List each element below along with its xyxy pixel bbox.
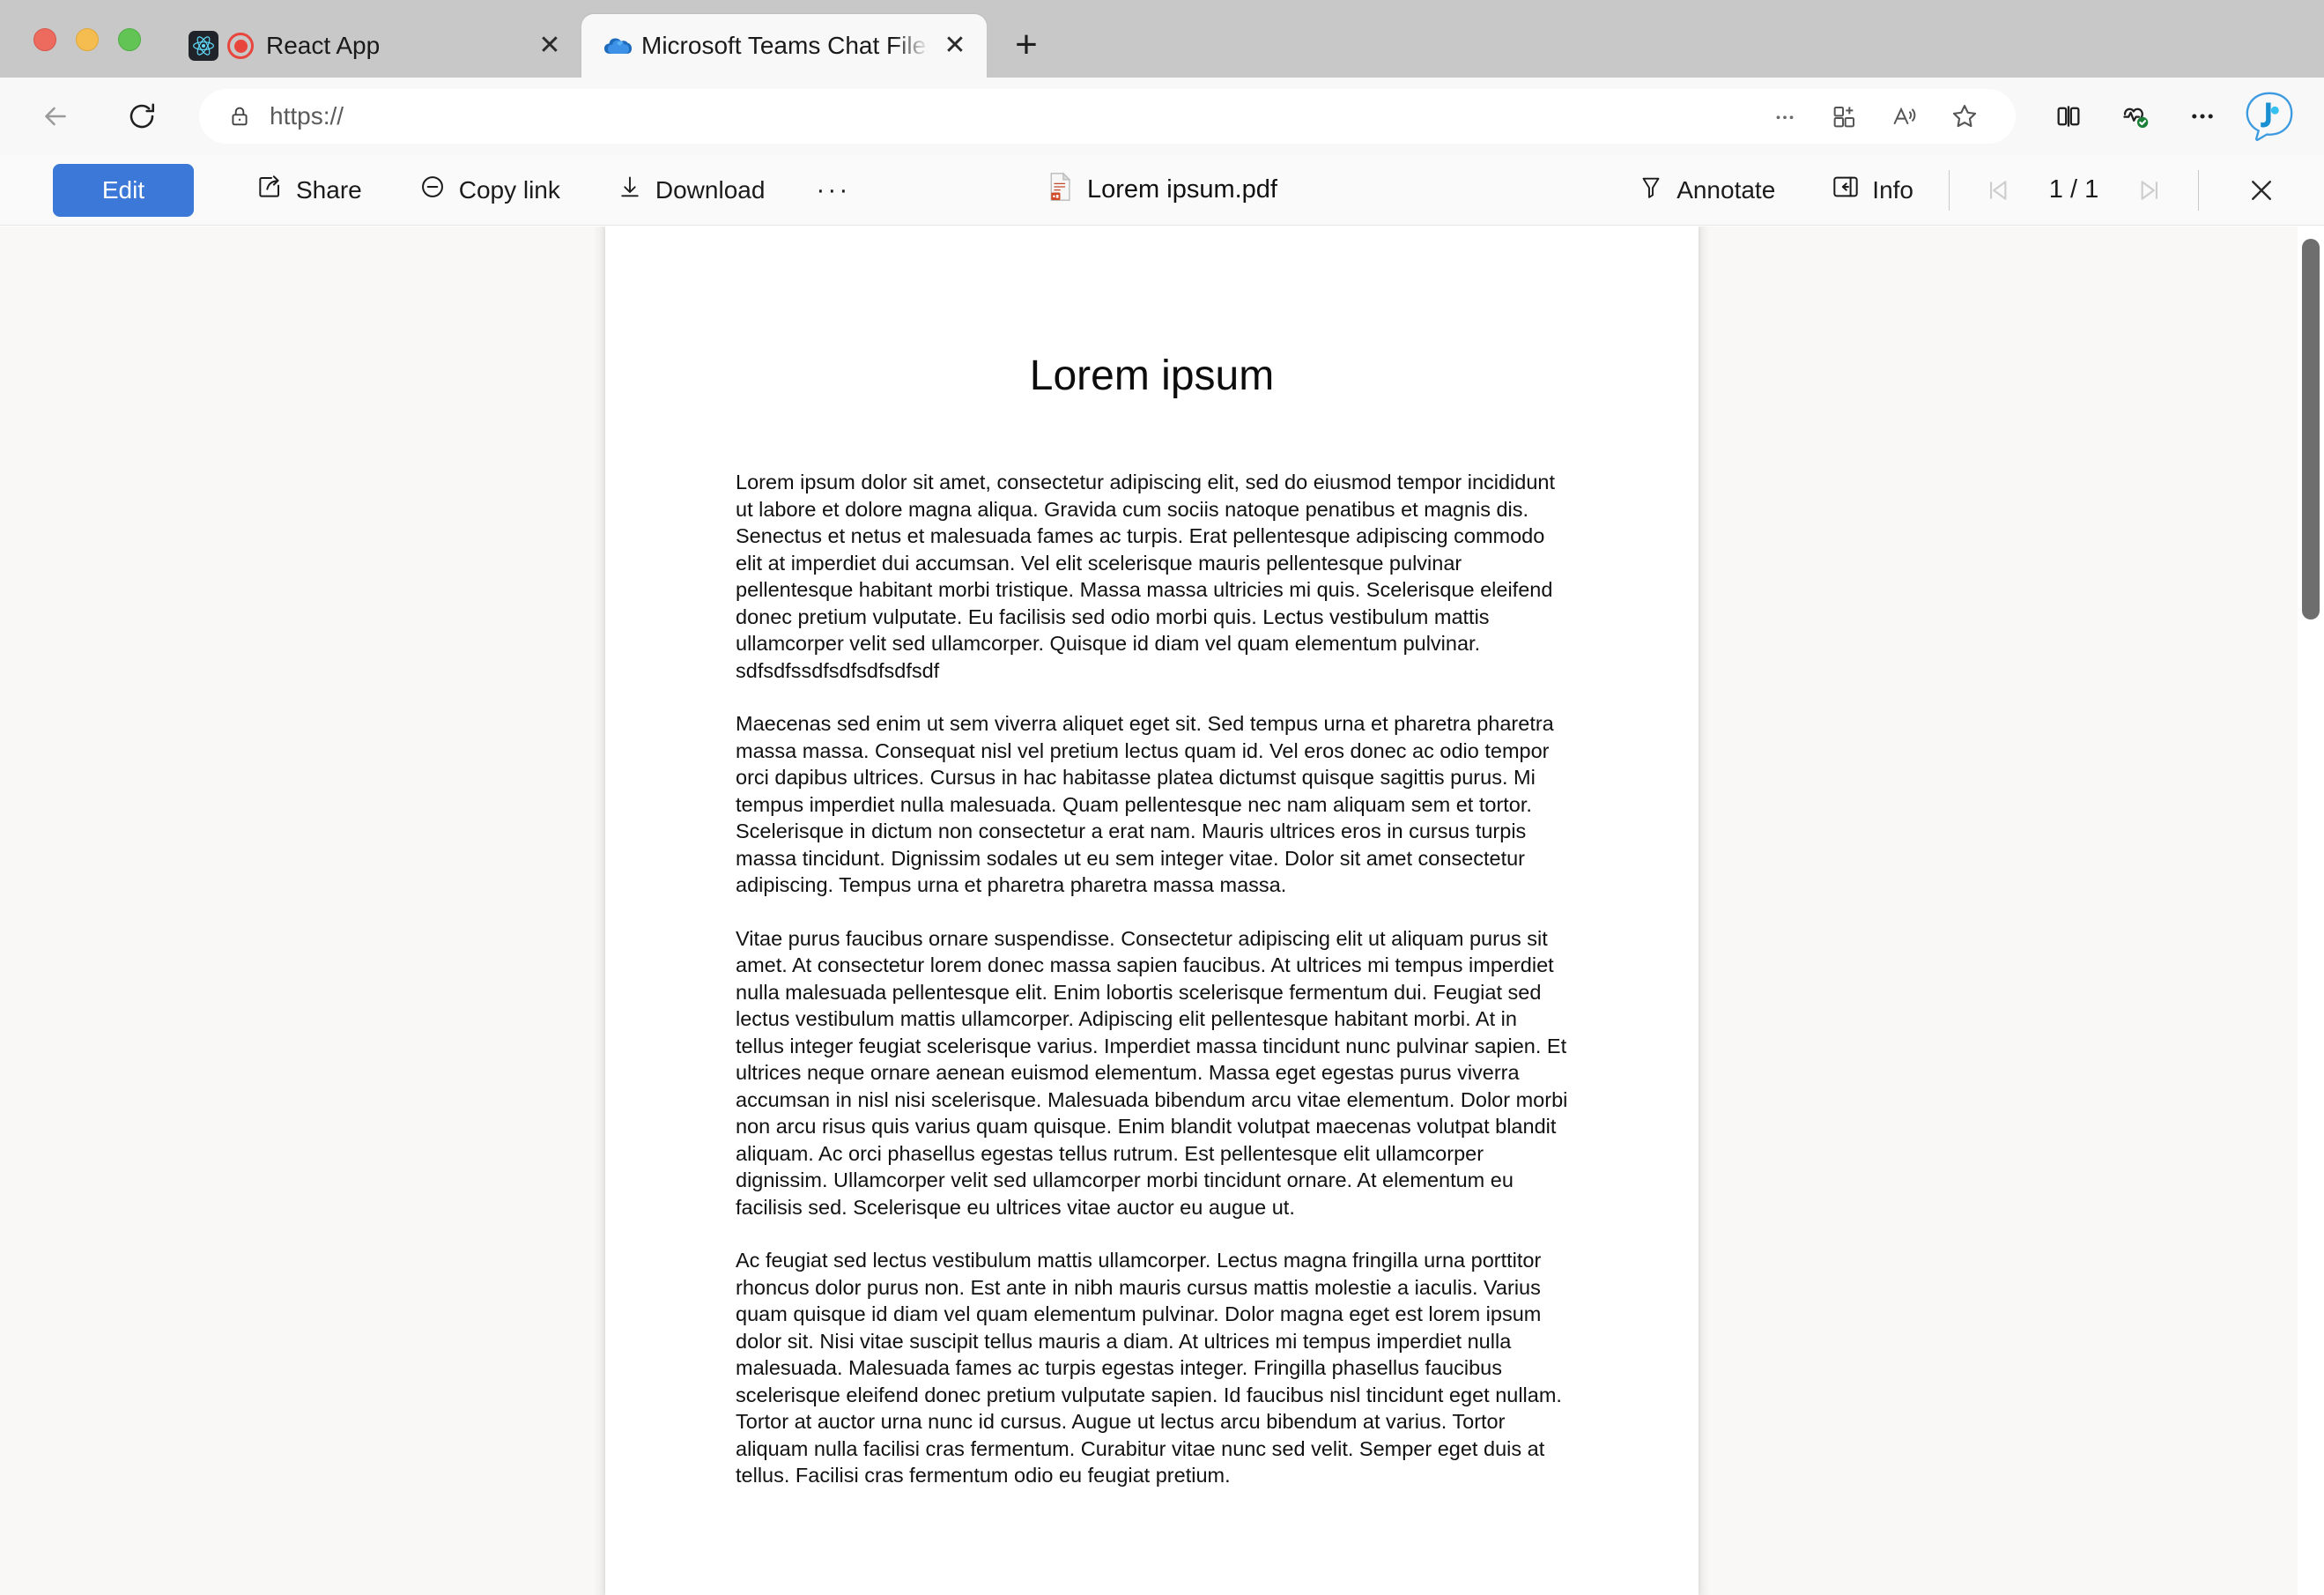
share-label: Share	[296, 175, 362, 204]
document-paragraph: Vitae purus faucibus ornare suspendisse.…	[736, 926, 1568, 1219]
browser-tab-strip: React App ✕ Microsoft Teams Chat Files -…	[0, 0, 2324, 78]
browser-toolbar: https://	[0, 78, 2324, 155]
copy-link-label: Copy link	[458, 175, 560, 204]
edit-button[interactable]: Edit	[53, 163, 194, 217]
link-icon	[418, 173, 447, 207]
download-icon	[617, 173, 643, 207]
annotate-button[interactable]: Annotate	[1625, 164, 1787, 217]
copilot-icon[interactable]	[2236, 83, 2303, 150]
pdf-document-viewer[interactable]: Lorem ipsum Lorem ipsum dolor sit amet, …	[0, 226, 2324, 1595]
split-apps-icon[interactable]	[1817, 91, 1873, 142]
tab-close-button[interactable]: ✕	[936, 26, 974, 65]
favorite-star-icon[interactable]	[1936, 91, 1993, 142]
tab-title: Microsoft Teams Chat Files - O	[641, 32, 929, 59]
tab-microsoft-teams-chat-files[interactable]: Microsoft Teams Chat Files - O ✕	[581, 14, 987, 78]
page-shadow-left	[593, 226, 605, 1595]
maximize-window-button[interactable]	[118, 28, 141, 51]
toolbar-more-button[interactable]: ···	[807, 175, 859, 205]
minimize-window-button[interactable]	[76, 28, 99, 51]
tab-close-button[interactable]: ✕	[530, 26, 569, 65]
previous-page-icon[interactable]	[1972, 163, 2027, 218]
read-aloud-icon[interactable]	[1876, 91, 1933, 142]
document-title: Lorem ipsum	[1029, 352, 1275, 399]
document-body: Lorem ipsum dolor sit amet, consectetur …	[736, 400, 1568, 1489]
pdf-file-name: Lorem ipsum.pdf	[1087, 175, 1277, 204]
tab-title: React App	[266, 32, 381, 59]
browser-toolbar-right-actions	[2035, 83, 2324, 150]
settings-more-icon[interactable]	[2169, 91, 2236, 142]
pdf-file-icon	[1047, 171, 1073, 209]
document-paragraph: Ac feugiat sed lectus vestibulum mattis …	[736, 1249, 1562, 1487]
viewer-scrollbar[interactable]	[2298, 226, 2324, 1595]
tab-react-app[interactable]: React App ✕	[167, 14, 581, 78]
info-label: Info	[1872, 175, 1913, 204]
info-button[interactable]: Info	[1819, 164, 1926, 217]
address-bar-actions	[1757, 91, 1993, 142]
annotate-pen-icon	[1638, 173, 1664, 207]
browser-essentials-icon[interactable]	[2102, 91, 2169, 142]
download-button[interactable]: Download	[604, 164, 778, 217]
next-page-icon[interactable]	[2120, 163, 2175, 218]
page-shadow-right	[1699, 226, 1711, 1595]
toolbar-divider-left	[1949, 169, 1950, 211]
close-window-button[interactable]	[33, 28, 56, 51]
tab-recording-indicator-icon	[227, 33, 254, 59]
back-arrow-icon[interactable]	[28, 89, 83, 144]
download-label: Download	[655, 175, 766, 204]
reload-icon[interactable]	[115, 89, 169, 144]
address-bar[interactable]: https://	[199, 89, 2016, 144]
onedrive-cloud-icon	[603, 31, 633, 61]
copy-link-button[interactable]: Copy link	[406, 164, 573, 217]
pdf-page-1: Lorem ipsum Lorem ipsum dolor sit amet, …	[605, 226, 1699, 1595]
tab-list: React App ✕ Microsoft Teams Chat Files -…	[167, 14, 1054, 78]
document-paragraph: Maecenas sed enim ut sem viverra aliquet…	[736, 712, 1554, 896]
pdf-viewer-toolbar: Edit Share Copy link Download ··· Lorem …	[0, 155, 2324, 226]
close-viewer-button[interactable]	[2234, 163, 2289, 218]
page-indicator: 1 / 1	[2048, 175, 2099, 204]
address-input[interactable]: https://	[270, 102, 1757, 130]
react-logo-icon	[189, 31, 218, 61]
annotate-label: Annotate	[1676, 175, 1776, 204]
new-tab-button[interactable]: +	[999, 18, 1054, 72]
share-button[interactable]: Share	[243, 164, 374, 217]
scrollbar-thumb[interactable]	[2302, 239, 2320, 619]
window-traffic-lights	[33, 28, 141, 51]
pdf-file-title: Lorem ipsum.pdf	[1047, 171, 1277, 209]
lock-icon	[222, 104, 257, 129]
page-navigation: 1 / 1	[1972, 163, 2175, 218]
share-icon	[255, 173, 284, 207]
pdf-toolbar-right-actions: Annotate Info 1 / 1	[1594, 163, 2324, 218]
split-screen-icon[interactable]	[2035, 91, 2102, 142]
toolbar-divider-right	[2198, 169, 2199, 211]
info-panel-icon	[1832, 174, 1860, 206]
document-paragraph: Lorem ipsum dolor sit amet, consectetur …	[736, 471, 1556, 682]
more-dots-icon[interactable]	[1757, 91, 1813, 142]
